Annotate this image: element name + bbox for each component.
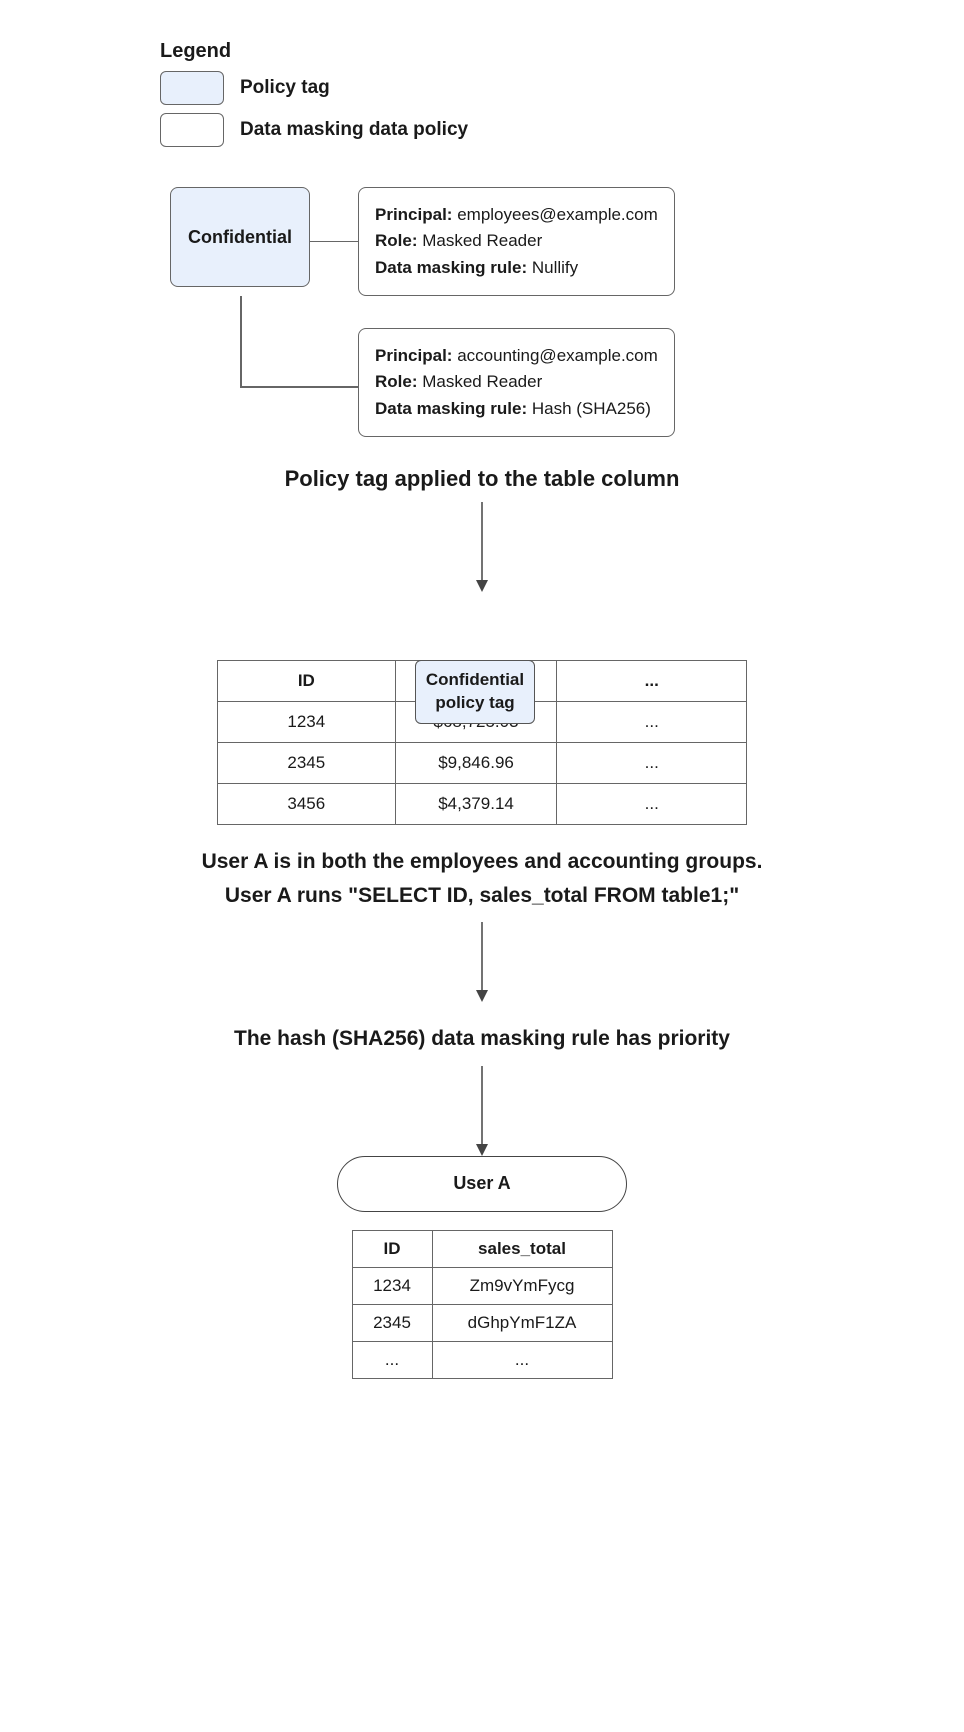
principal-value: accounting@example.com — [457, 346, 658, 365]
heading-applied: Policy tag applied to the table column — [20, 466, 944, 492]
table-row: 1234 Zm9vYmFycg — [352, 1267, 612, 1304]
cell-id: 3456 — [218, 784, 396, 825]
policy-line: Principal: employees@example.com — [375, 202, 658, 228]
priority-text: The hash (SHA256) data masking rule has … — [20, 1022, 944, 1056]
legend: Legend Policy tag Data masking data poli… — [160, 40, 944, 147]
connector-line — [310, 241, 358, 243]
cell-id: ... — [352, 1341, 432, 1378]
role-value: Masked Reader — [422, 231, 542, 250]
principal-label: Principal: — [375, 205, 452, 224]
legend-label-masking-policy: Data masking data policy — [240, 119, 468, 141]
connector-wrap: Principal: accounting@example.com Role: … — [170, 296, 944, 436]
cell-more: ... — [557, 702, 747, 743]
principal-label: Principal: — [375, 346, 452, 365]
rule-label: Data masking rule: — [375, 258, 527, 277]
cell-id: 1234 — [218, 702, 396, 743]
cell-sales-total: Zm9vYmFycg — [432, 1267, 612, 1304]
user-scenario-line2: User A runs "SELECT ID, sales_total FROM… — [225, 884, 739, 907]
legend-swatch-policy-tag — [160, 71, 224, 105]
table-row: 2345 $9,846.96 ... — [218, 743, 747, 784]
policy-line: Data masking rule: Hash (SHA256) — [375, 396, 658, 422]
diagram-container: Legend Policy tag Data masking data poli… — [20, 40, 944, 1379]
cell-sales-total: $4,379.14 — [395, 784, 557, 825]
arrow-3 — [20, 1066, 944, 1156]
legend-row-masking-policy: Data masking data policy — [160, 113, 944, 147]
policy-line: Data masking rule: Nullify — [375, 255, 658, 281]
tag-chip-line1: Confidential — [426, 670, 524, 689]
cell-sales-total: dGhpYmF1ZA — [432, 1304, 612, 1341]
principal-value: employees@example.com — [457, 205, 658, 224]
policy-line: Role: Masked Reader — [375, 228, 658, 254]
col-header-id: ID — [218, 661, 396, 702]
arrow-1 — [20, 502, 944, 592]
arrow-2 — [20, 922, 944, 1002]
policy-line: Principal: accounting@example.com — [375, 343, 658, 369]
col-header-more: ... — [557, 661, 747, 702]
policy-box-employees: Principal: employees@example.com Role: M… — [358, 187, 675, 296]
arrow-down-icon — [472, 1066, 492, 1156]
cell-more: ... — [557, 784, 747, 825]
cell-id: 2345 — [352, 1304, 432, 1341]
table-row: ... ... — [352, 1341, 612, 1378]
result-table: ID sales_total 1234 Zm9vYmFycg 2345 dGhp… — [352, 1230, 613, 1379]
role-label: Role: — [375, 231, 418, 250]
user-scenario-line1: User A is in both the employees and acco… — [202, 850, 763, 873]
connector-vertical — [240, 296, 242, 386]
table-row: 3456 $4,379.14 ... — [218, 784, 747, 825]
confidential-policy-tag-chip: Confidential policy tag — [415, 660, 535, 724]
cell-id: 1234 — [352, 1267, 432, 1304]
rule-value: Hash (SHA256) — [532, 399, 651, 418]
policy-section: Confidential Principal: employees@exampl… — [170, 187, 944, 436]
tag-chip-line2: policy tag — [435, 693, 514, 712]
legend-swatch-masking-policy — [160, 113, 224, 147]
role-label: Role: — [375, 372, 418, 391]
legend-title: Legend — [160, 40, 944, 63]
rule-label: Data masking rule: — [375, 399, 527, 418]
cell-sales-total: ... — [432, 1341, 612, 1378]
table-row: 2345 dGhpYmF1ZA — [352, 1304, 612, 1341]
table1-wrap: Confidential policy tag ID sales_total .… — [217, 660, 747, 825]
confidential-box: Confidential — [170, 187, 310, 287]
connector-horizontal — [240, 386, 358, 388]
cell-more: ... — [557, 743, 747, 784]
table-header-row: ID sales_total — [352, 1230, 612, 1267]
user-a-bubble: User A — [337, 1156, 627, 1212]
policy-row-1: Confidential Principal: employees@exampl… — [170, 187, 944, 296]
legend-label-policy-tag: Policy tag — [240, 77, 330, 99]
arrow-down-icon — [472, 922, 492, 1002]
legend-row-policy-tag: Policy tag — [160, 71, 944, 105]
user-scenario-text: User A is in both the employees and acco… — [20, 845, 944, 912]
col-header-sales-total: sales_total — [432, 1230, 612, 1267]
col-header-id: ID — [352, 1230, 432, 1267]
cell-id: 2345 — [218, 743, 396, 784]
cell-sales-total: $9,846.96 — [395, 743, 557, 784]
policy-line: Role: Masked Reader — [375, 369, 658, 395]
role-value: Masked Reader — [422, 372, 542, 391]
arrow-down-icon — [472, 502, 492, 592]
rule-value: Nullify — [532, 258, 578, 277]
policy-box-accounting: Principal: accounting@example.com Role: … — [358, 328, 675, 437]
